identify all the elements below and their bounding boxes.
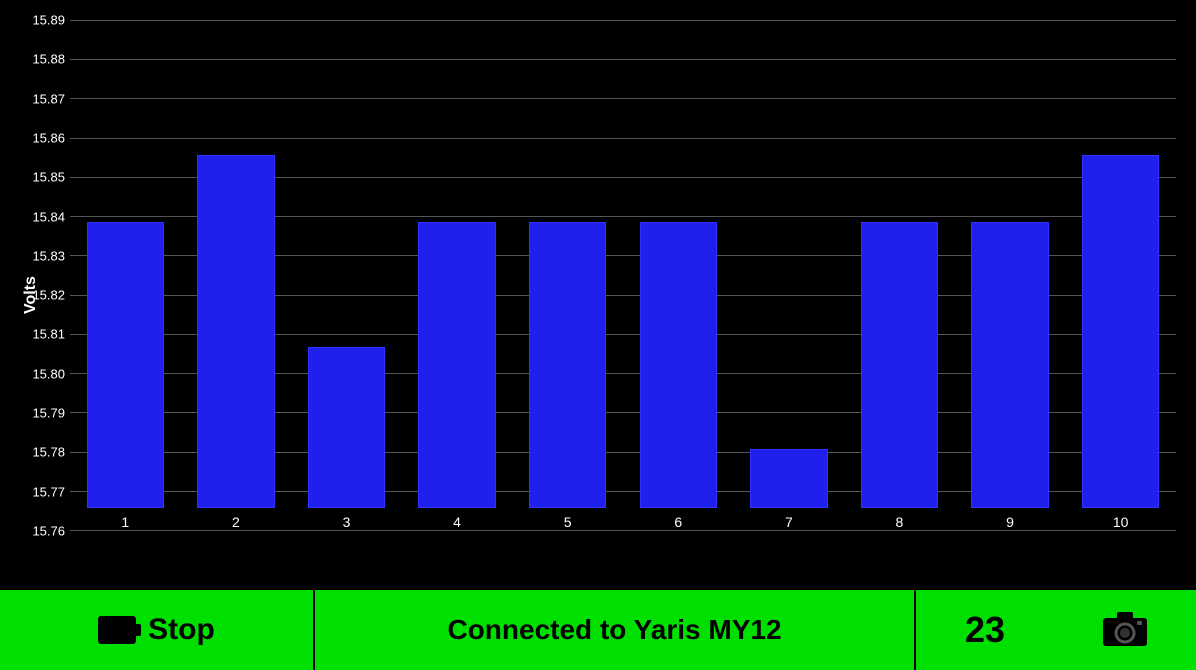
- stop-button[interactable]: Stop: [148, 613, 215, 647]
- bar-x-label: 1: [121, 514, 129, 530]
- count-display: 23: [965, 609, 1005, 651]
- bottom-bar: Stop Connected to Yaris MY12 23: [0, 590, 1196, 670]
- connected-text: Connected to Yaris MY12: [447, 614, 781, 646]
- bars-container: 1 2 3 4 5 6 7 8 9 10: [70, 20, 1176, 530]
- battery-icon: [98, 616, 136, 644]
- bar-group-5: 5: [512, 20, 623, 530]
- bar-x-label: 4: [453, 514, 461, 530]
- bar: [971, 222, 1048, 508]
- bar: [87, 222, 164, 508]
- bar-x-label: 8: [896, 514, 904, 530]
- bar-group-1: 1: [70, 20, 181, 530]
- bar: [861, 222, 938, 508]
- bar-group-9: 9: [955, 20, 1066, 530]
- bar: [529, 222, 606, 508]
- bar-group-2: 2: [181, 20, 292, 530]
- bar: [308, 347, 385, 508]
- chart-inner: 15.8915.8815.8715.8615.8515.8415.8315.82…: [70, 20, 1176, 530]
- right-section: 23: [916, 590, 1196, 670]
- bar-group-3: 3: [291, 20, 402, 530]
- chart-area: Volts 15.8915.8815.8715.8615.8515.8415.8…: [0, 0, 1196, 590]
- bar-group-6: 6: [623, 20, 734, 530]
- bar-group-7: 7: [734, 20, 845, 530]
- bar: [418, 222, 495, 508]
- connected-section: Connected to Yaris MY12: [315, 590, 916, 670]
- bar: [1082, 155, 1159, 508]
- bar-group-8: 8: [844, 20, 955, 530]
- bar-x-label: 7: [785, 514, 793, 530]
- bar: [197, 155, 274, 508]
- bar-x-label: 6: [674, 514, 682, 530]
- bar-x-label: 2: [232, 514, 240, 530]
- bar-x-label: 3: [343, 514, 351, 530]
- camera-icon[interactable]: [1103, 612, 1147, 648]
- bar-x-label: 9: [1006, 514, 1014, 530]
- bar-group-10: 10: [1065, 20, 1176, 530]
- stop-section: Stop: [0, 590, 315, 670]
- bar-x-label: 5: [564, 514, 572, 530]
- bar: [750, 449, 827, 508]
- bar-group-4: 4: [402, 20, 513, 530]
- bar-x-label: 10: [1113, 514, 1129, 530]
- bar: [640, 222, 717, 508]
